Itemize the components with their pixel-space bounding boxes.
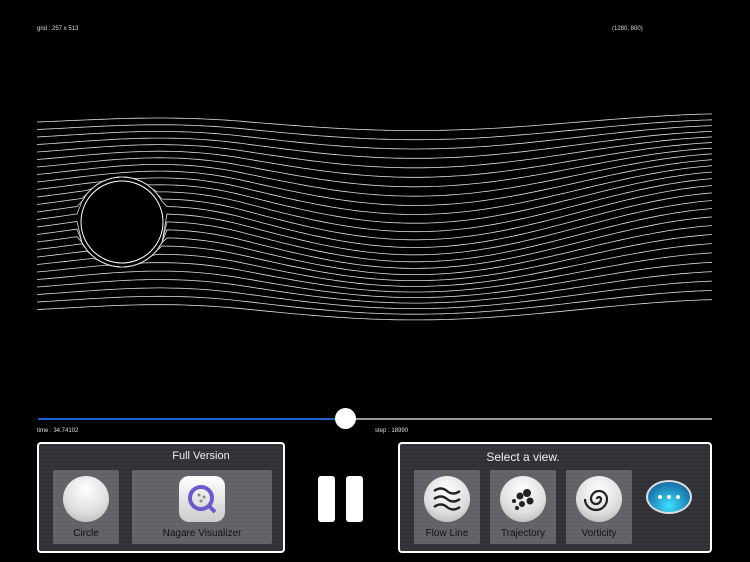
chat-bubble-icon[interactable] (646, 480, 692, 514)
slider-fill (38, 418, 345, 420)
flow-line-label: Flow Line (425, 528, 469, 539)
grid-label: grid : 257 x 513 (37, 26, 79, 32)
streamline (36, 113, 713, 131)
streamline (36, 125, 713, 150)
circle-icon (63, 476, 109, 522)
resolution-label: (1280, 800) (612, 26, 643, 32)
circle-label: Circle (73, 528, 99, 539)
pause-button-left[interactable] (318, 476, 335, 522)
particles-icon (500, 476, 546, 522)
circle-button[interactable]: Circle (53, 470, 119, 544)
step-label: step : 18990 (375, 428, 409, 434)
vorticity-label: Vorticity (581, 528, 617, 539)
trajectory-label: Trajectory (500, 528, 546, 539)
pause-button-right[interactable] (346, 476, 363, 522)
slider-knob[interactable] (334, 408, 356, 429)
nagare-visualizer-button[interactable]: Nagare Visualizer (132, 470, 272, 544)
panel-title: Full Version (172, 450, 230, 462)
view-select-panel: Select a view. Flow Line Trajectory Vort… (398, 442, 712, 553)
flow-visualization (36, 113, 713, 321)
streamline (36, 299, 713, 321)
app-icon (179, 476, 225, 522)
waves-icon (424, 476, 470, 522)
time-slider[interactable] (38, 408, 712, 429)
time-label: time : 34.74102 (37, 428, 79, 434)
full-version-panel: Full Version Circle Nagare Visualizer (37, 442, 285, 553)
panel-title: Select a view. (486, 450, 560, 464)
streamline (36, 136, 713, 169)
cylinder-obstacle (80, 180, 164, 264)
spiral-icon (576, 476, 622, 522)
vorticity-button[interactable]: Vorticity (566, 470, 632, 544)
nagare-visualizer-label: Nagare Visualizer (162, 528, 242, 539)
trajectory-button[interactable]: Trajectory (490, 470, 556, 544)
flow-line-button[interactable]: Flow Line (414, 470, 480, 544)
